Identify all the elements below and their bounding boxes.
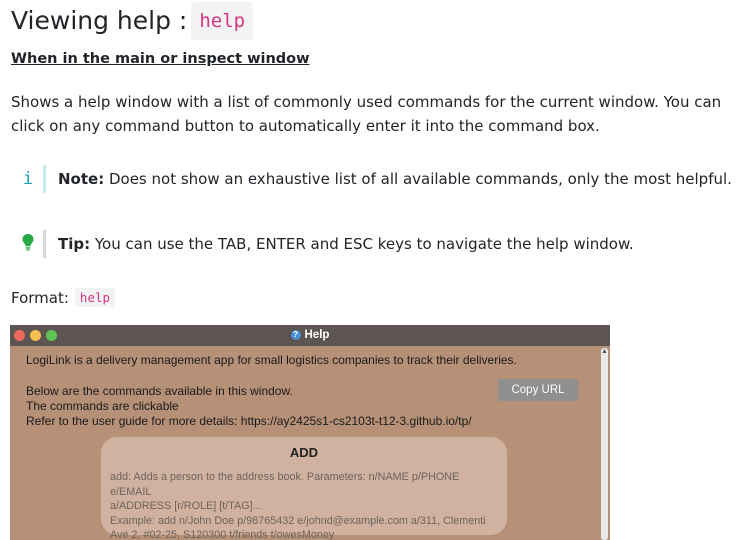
- command-desc-line-4: Ave 2, #02-25, S120300 t/friends t/owesM…: [110, 529, 335, 540]
- window-intro: LogiLink is a delivery management app fo…: [26, 353, 517, 367]
- note-bar: [43, 165, 46, 193]
- command-description: add: Adds a person to the address book. …: [110, 470, 495, 540]
- command-desc-line-1: add: Adds a person to the address book. …: [110, 471, 460, 498]
- page-heading: Viewing help : help: [11, 2, 254, 40]
- tip-label: Tip:: [58, 235, 91, 253]
- tip-callout: Tip: You can use the TAB, ENTER and ESC …: [17, 230, 634, 258]
- command-card-add[interactable]: ADD add: Adds a person to the address bo…: [101, 437, 507, 540]
- window-title: ? Help: [10, 325, 610, 346]
- info-icon: i: [22, 169, 34, 189]
- subheading: When in the main or inspect window: [11, 51, 310, 67]
- note-label: Note:: [58, 170, 105, 188]
- format-code: help: [74, 288, 116, 307]
- command-title: ADD: [289, 445, 319, 460]
- description: Shows a help window with a list of commo…: [11, 93, 722, 135]
- heading-text: Viewing help :: [11, 6, 188, 35]
- help-app-icon: ?: [290, 330, 301, 340]
- command-desc-line-3: Example: add n/John Doe p/98765432 e/joh…: [110, 514, 486, 527]
- help-window-screenshot: ? Help LogiLink is a delivery management …: [10, 325, 610, 540]
- window-line-1: Below are the commands available in this…: [26, 384, 293, 398]
- format-line: Format: help: [11, 288, 116, 307]
- tip-bar: [43, 230, 46, 258]
- copy-url-button[interactable]: Copy URL: [498, 379, 578, 401]
- format-label: Format:: [11, 288, 69, 307]
- command-desc-line-2: a/ADDRESS [r/ROLE] [t/TAG]...: [110, 500, 262, 513]
- note-body: Does not show an exhaustive list of all …: [104, 170, 732, 188]
- window-line-3: Refer to the user guide for more details…: [26, 414, 472, 428]
- note-text: Note: Does not show an exhaustive list o…: [58, 170, 732, 188]
- scroll-up-arrow-icon[interactable]: ▲: [600, 347, 609, 356]
- heading-code: help: [191, 2, 254, 40]
- window-scrollbar[interactable]: [601, 348, 608, 540]
- note-callout: i Note: Does not show an exhaustive list…: [17, 165, 732, 193]
- window-line-2: The commands are clickable: [26, 399, 179, 413]
- tip-body: You can use the TAB, ENTER and ESC keys …: [90, 235, 634, 253]
- tip-text: Tip: You can use the TAB, ENTER and ESC …: [58, 235, 634, 253]
- window-titlebar: ? Help: [10, 325, 610, 346]
- lightbulb-icon: [17, 233, 39, 256]
- window-title-text: Help: [304, 329, 330, 341]
